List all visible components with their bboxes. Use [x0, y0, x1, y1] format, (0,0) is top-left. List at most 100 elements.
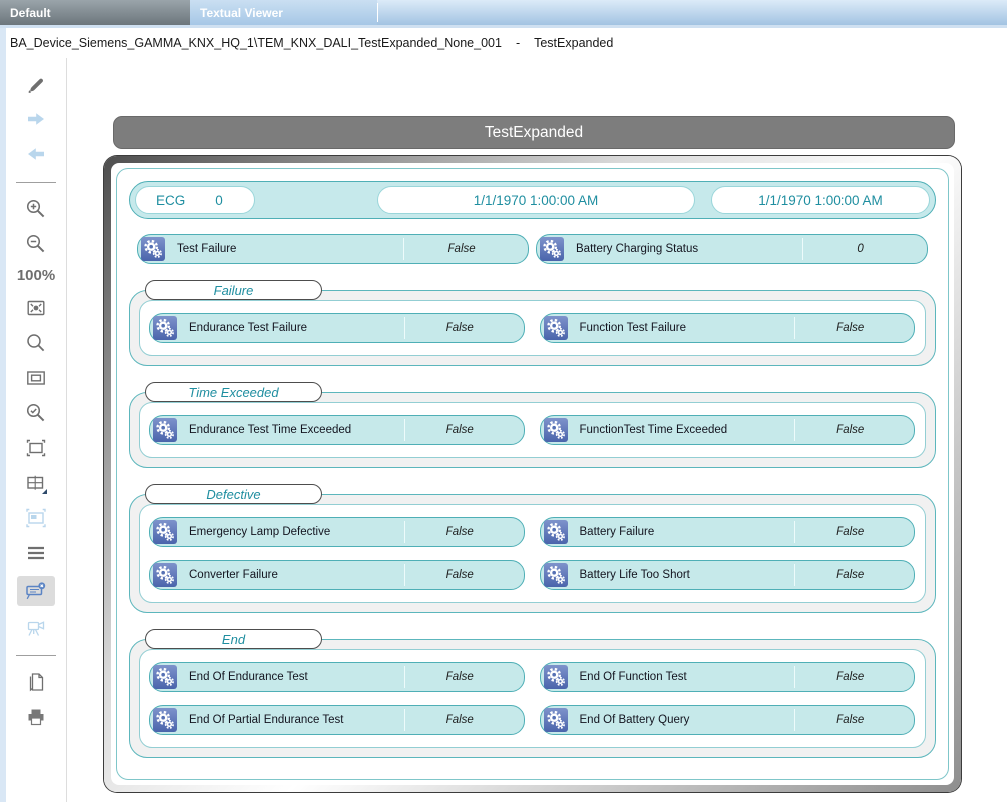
- group-box: End Of Endurance TestFalseEnd Of Functio…: [129, 639, 936, 758]
- field-end-of-endurance-test[interactable]: End Of Endurance Test False: [149, 662, 525, 692]
- field-label: End Of Partial Endurance Test: [189, 714, 344, 726]
- gears-icon: [544, 708, 568, 732]
- page-icon[interactable]: [24, 670, 48, 694]
- faceplate-frame: ECG 0 1/1/1970 1:00:00 AM 1/1/1970 1:00:…: [104, 156, 961, 792]
- group-end: EndEnd Of Endurance TestFalseEnd Of Func…: [129, 629, 936, 758]
- crosshair-select-icon[interactable]: [24, 471, 48, 495]
- field-end-of-partial-endurance-test[interactable]: End Of Partial Endurance Test False: [149, 705, 525, 735]
- search-icon[interactable]: [24, 331, 48, 355]
- field-battery-charging-status[interactable]: Battery Charging Status0: [536, 234, 928, 264]
- timestamp-field-2[interactable]: 1/1/1970 1:00:00 AM: [711, 186, 930, 214]
- timestamp-2-value: 1/1/1970 1:00:00 AM: [758, 193, 883, 208]
- ecg-value: 0: [215, 193, 223, 208]
- group-label: End: [145, 629, 322, 649]
- field-label: Battery Failure: [580, 526, 655, 538]
- field-label: Battery Life Too Short: [580, 569, 690, 581]
- gears-icon: [544, 563, 568, 587]
- field-endurance-test-time-exceeded[interactable]: Endurance Test Time ExceededFalse: [149, 415, 525, 445]
- back-arrow-icon[interactable]: [24, 142, 48, 166]
- field-battery-life-too-short[interactable]: Battery Life Too Short False: [540, 560, 916, 590]
- faceplate-frame-inner: ECG 0 1/1/1970 1:00:00 AM 1/1/1970 1:00:…: [111, 163, 954, 785]
- zoom-out-icon[interactable]: [24, 232, 48, 256]
- edit-pen-icon[interactable]: [24, 72, 48, 96]
- gears-icon: [153, 563, 177, 587]
- field-converter-failure[interactable]: Converter FailureFalse: [149, 560, 525, 590]
- group-label: Failure: [145, 280, 322, 300]
- group-inner-panel: Emergency Lamp DefectiveFalseBattery Fai…: [139, 504, 926, 603]
- zoom-in-icon[interactable]: [24, 197, 48, 221]
- tab-bar: Default Textual Viewer: [0, 0, 1007, 28]
- field-end-of-battery-query[interactable]: End Of Battery Query False: [540, 705, 916, 735]
- field-value: False: [794, 671, 906, 683]
- tooltip-search-icon[interactable]: [17, 576, 55, 606]
- group-inner-panel: Endurance Test Failure False Function Test…: [139, 300, 926, 356]
- zoom-confirm-icon[interactable]: [24, 401, 48, 425]
- tab-textual-viewer[interactable]: Textual Viewer: [190, 0, 377, 25]
- group-box: Endurance Test Time ExceededFalse Functio…: [129, 392, 936, 468]
- camera-icon[interactable]: [24, 615, 48, 639]
- field-test-failure[interactable]: Test FailureFalse: [137, 234, 529, 264]
- ecg-count-field[interactable]: ECG 0: [135, 186, 255, 214]
- field-value: False: [404, 322, 516, 334]
- layers-lines-icon[interactable]: [24, 541, 48, 565]
- field-value: False: [794, 714, 906, 726]
- gears-icon: [544, 316, 568, 340]
- gears-icon: [153, 665, 177, 689]
- group-label-row: End: [129, 629, 936, 649]
- gears-icon: [544, 665, 568, 689]
- faceplate-title: TestExpanded: [113, 116, 955, 149]
- field-function-test-failure[interactable]: Function Test FailureFalse: [540, 313, 916, 343]
- breadcrumb-title: TestExpanded: [534, 36, 613, 50]
- group-label: Defective: [145, 484, 322, 504]
- print-icon[interactable]: [24, 705, 48, 729]
- breadcrumb-dash: -: [516, 36, 520, 50]
- group-label-row: Failure: [129, 280, 936, 300]
- tab-default[interactable]: Default: [0, 0, 190, 25]
- field-label: End Of Endurance Test: [189, 671, 308, 683]
- faceplate-content: ECG 0 1/1/1970 1:00:00 AM 1/1/1970 1:00:…: [116, 168, 949, 780]
- field-label: End Of Battery Query: [580, 714, 690, 726]
- zoom-fit-center-icon[interactable]: [24, 296, 48, 320]
- group-defective: DefectiveEmergency Lamp DefectiveFalseBa…: [129, 484, 936, 613]
- zoom-level-label: 100%: [17, 267, 55, 284]
- gears-icon: [141, 237, 165, 261]
- field-endurance-test-failure[interactable]: Endurance Test Failure False: [149, 313, 525, 343]
- gears-icon: [153, 418, 177, 442]
- tab-separator: [377, 3, 378, 22]
- field-value: False: [404, 714, 516, 726]
- field-emergency-lamp-defective[interactable]: Emergency Lamp Defective False: [149, 517, 525, 547]
- group-box: Emergency Lamp DefectiveFalseBattery Fai…: [129, 494, 936, 613]
- ecg-label: ECG: [156, 193, 185, 208]
- toolbar-divider: [16, 182, 56, 183]
- field-value: False: [794, 526, 906, 538]
- faceplate-title-label: TestExpanded: [485, 124, 583, 142]
- gears-icon: [540, 237, 564, 261]
- breadcrumb-path: BA_Device_Siemens_GAMMA_KNX_HQ_1\TEM_KNX…: [10, 36, 502, 50]
- field-label: Endurance Test Time Exceeded: [189, 424, 351, 436]
- toolbar-divider-line: [66, 58, 67, 802]
- field-value: False: [794, 569, 906, 581]
- timestamp-field-1[interactable]: 1/1/1970 1:00:00 AM: [377, 186, 695, 214]
- field-label: End Of Function Test: [580, 671, 687, 683]
- tab-default-label: Default: [10, 6, 51, 20]
- field-end-of-function-test[interactable]: End Of Function Test False: [540, 662, 916, 692]
- field-label: Emergency Lamp Defective: [189, 526, 330, 538]
- breadcrumb: BA_Device_Siemens_GAMMA_KNX_HQ_1\TEM_KNX…: [0, 28, 1007, 58]
- field-label: Endurance Test Failure: [189, 322, 307, 334]
- group-box: Endurance Test Failure False Function Test…: [129, 290, 936, 366]
- forward-arrow-icon[interactable]: [24, 107, 48, 131]
- field-value: False: [404, 671, 516, 683]
- group-list: Failure Endurance Test Failure False Functi…: [127, 280, 938, 758]
- pan-region-icon[interactable]: [24, 506, 48, 530]
- field-label: Converter Failure: [189, 569, 278, 581]
- group-label: Time Exceeded: [145, 382, 322, 402]
- field-battery-failure[interactable]: Battery Failure False: [540, 517, 916, 547]
- field-value: False: [404, 526, 516, 538]
- select-region-icon[interactable]: [24, 436, 48, 460]
- fit-window-icon[interactable]: [24, 366, 48, 390]
- tool-palette: 100%: [6, 58, 66, 802]
- group-label-row: Time Exceeded: [129, 382, 936, 402]
- group-time-exceeded: Time ExceededEndurance Test Time Exceede…: [129, 382, 936, 468]
- gears-icon: [153, 520, 177, 544]
- field-functiontest-time-exceeded[interactable]: FunctionTest Time ExceededFalse: [540, 415, 916, 445]
